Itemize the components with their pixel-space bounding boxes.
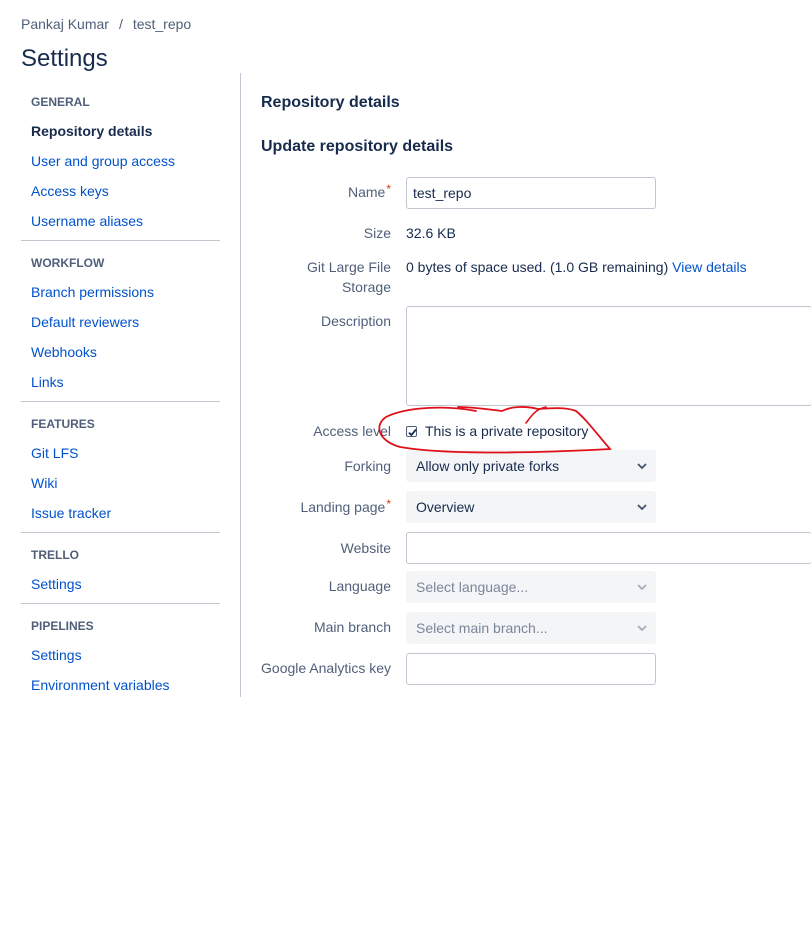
- google-analytics-label: Google Analytics key: [261, 660, 391, 676]
- main-branch-label: Main branch: [313, 619, 391, 635]
- view-details-link[interactable]: View details: [672, 259, 746, 275]
- breadcrumb-owner-link[interactable]: Pankaj Kumar: [21, 16, 109, 32]
- sidebar-item-trello-settings[interactable]: Settings: [21, 569, 220, 599]
- language-row: Language Select language...: [261, 571, 811, 603]
- language-select[interactable]: Select language...: [406, 571, 656, 603]
- breadcrumb: Pankaj Kumar / test_repo: [21, 16, 191, 32]
- git-lfs-value: 0 bytes of space used. (1.0 GB remaining…: [406, 257, 747, 277]
- page-title: Settings: [21, 45, 108, 72]
- language-placeholder: Select language...: [416, 579, 529, 595]
- checkmark-icon: [408, 428, 417, 436]
- landing-page-label: Landing page*: [300, 497, 391, 515]
- sidebar-section-trello: TRELLO Settings: [21, 532, 220, 603]
- size-label: Size: [363, 225, 391, 241]
- sidebar-heading-general: GENERAL: [31, 95, 90, 109]
- sidebar-item-pipelines-settings[interactable]: Settings: [21, 640, 220, 670]
- main-branch-select[interactable]: Select main branch...: [406, 612, 656, 644]
- sidebar-item-default-reviewers[interactable]: Default reviewers: [21, 307, 220, 337]
- forking-row: Forking Allow only private forks: [261, 450, 811, 482]
- landing-page-row: Landing page* Overview: [261, 491, 811, 523]
- landing-page-select[interactable]: Overview: [406, 491, 656, 523]
- size-row: Size 32.6 KB: [261, 223, 811, 243]
- sidebar-heading-workflow: WORKFLOW: [31, 256, 105, 270]
- website-label: Website: [340, 540, 391, 556]
- language-label: Language: [328, 578, 391, 594]
- sidebar-section-pipelines: PIPELINES Settings Environment variables: [21, 603, 220, 704]
- description-label: Description: [320, 313, 391, 329]
- website-row: Website: [261, 532, 811, 564]
- size-value: 32.6 KB: [406, 225, 456, 241]
- required-marker: *: [386, 182, 391, 196]
- private-repository-checkbox[interactable]: [406, 425, 417, 437]
- sidebar-heading-pipelines: PIPELINES: [31, 619, 94, 633]
- main-branch-placeholder: Select main branch...: [416, 620, 548, 636]
- sidebar-item-webhooks[interactable]: Webhooks: [21, 337, 220, 367]
- sidebar-item-issue-tracker[interactable]: Issue tracker: [21, 498, 220, 528]
- google-analytics-row: Google Analytics key: [261, 653, 811, 685]
- main-branch-row: Main branch Select main branch...: [261, 612, 811, 644]
- sidebar-heading-trello: TRELLO: [31, 548, 79, 562]
- chevron-down-icon: [636, 612, 648, 644]
- sidebar-section-features: FEATURES Git LFS Wiki Issue tracker: [21, 401, 220, 532]
- chevron-down-icon: [636, 450, 648, 482]
- sidebar-section-general: GENERAL Repository details User and grou…: [21, 90, 220, 240]
- sidebar-item-git-lfs[interactable]: Git LFS: [21, 438, 220, 468]
- private-repository-option: This is a private repository: [406, 421, 588, 441]
- sidebar-item-access-keys[interactable]: Access keys: [21, 176, 220, 206]
- google-analytics-input[interactable]: [406, 653, 656, 685]
- description-row: Description: [261, 306, 811, 406]
- sidebar-item-user-and-group-access[interactable]: User and group access: [21, 146, 220, 176]
- chevron-down-icon: [636, 491, 648, 523]
- access-level-row: Access level This is a private repositor…: [261, 421, 811, 441]
- name-input[interactable]: [406, 177, 656, 209]
- git-lfs-usage: 0 bytes of space used. (1.0 GB remaining…: [406, 259, 669, 275]
- sidebar-item-repository-details[interactable]: Repository details: [21, 116, 220, 146]
- landing-page-selected-value: Overview: [416, 499, 475, 515]
- description-textarea[interactable]: [406, 306, 811, 406]
- form-title: Update repository details: [261, 138, 454, 155]
- required-marker: *: [386, 497, 391, 511]
- settings-sidebar: GENERAL Repository details User and grou…: [21, 90, 220, 704]
- chevron-down-icon: [636, 571, 648, 603]
- sidebar-divider: [240, 73, 241, 697]
- git-lfs-label: Git Large File Storage: [306, 259, 391, 295]
- breadcrumb-separator: /: [118, 16, 123, 32]
- breadcrumb-repo-link[interactable]: test_repo: [133, 16, 191, 32]
- forking-select[interactable]: Allow only private forks: [406, 450, 656, 482]
- forking-selected-value: Allow only private forks: [416, 458, 560, 474]
- sidebar-section-workflow: WORKFLOW Branch permissions Default revi…: [21, 240, 220, 401]
- private-repository-label[interactable]: This is a private repository: [425, 423, 588, 439]
- sidebar-item-wiki[interactable]: Wiki: [21, 468, 220, 498]
- git-lfs-row: Git Large File Storage 0 bytes of space u…: [261, 257, 811, 297]
- access-level-label: Access level: [313, 423, 391, 439]
- sidebar-heading-features: FEATURES: [31, 417, 95, 431]
- website-input[interactable]: [406, 532, 811, 564]
- section-title: Repository details: [261, 94, 400, 111]
- name-row: Name*: [261, 177, 811, 209]
- sidebar-item-links[interactable]: Links: [21, 367, 220, 397]
- sidebar-item-branch-permissions[interactable]: Branch permissions: [21, 277, 220, 307]
- sidebar-item-username-aliases[interactable]: Username aliases: [21, 206, 220, 236]
- name-label: Name*: [347, 182, 391, 200]
- forking-label: Forking: [344, 458, 391, 474]
- sidebar-item-environment-variables[interactable]: Environment variables: [21, 670, 220, 700]
